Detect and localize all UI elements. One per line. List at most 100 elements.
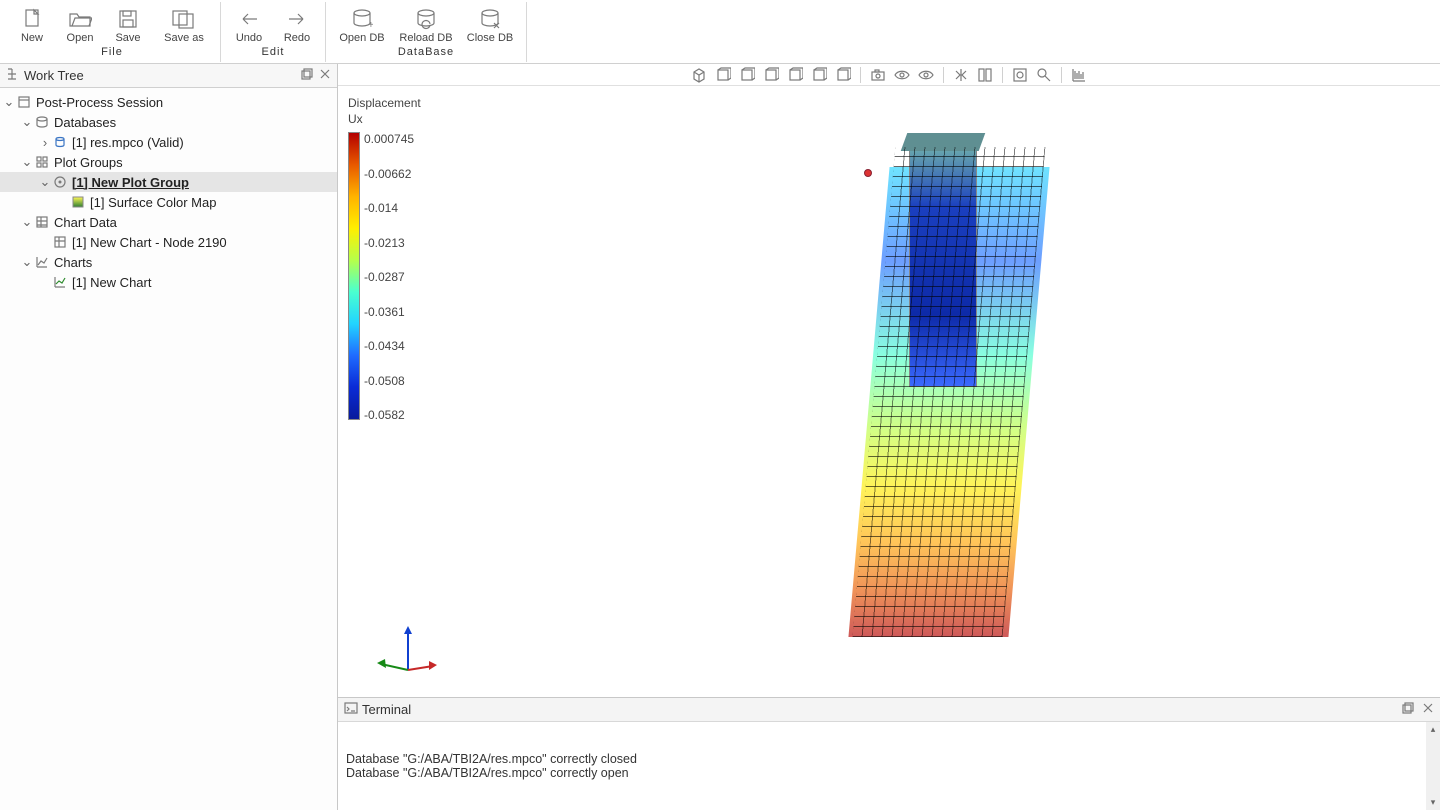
toolbar-separator bbox=[1061, 67, 1062, 83]
terminal-body[interactable]: Database "G:/ABA/TBI2A/res.mpco" correct… bbox=[338, 722, 1440, 810]
plotgroups-icon bbox=[34, 154, 50, 170]
colorbar-gradient bbox=[348, 132, 360, 420]
viewport-3d[interactable]: Displacement Ux 0.000745-0.00662-0.014-0… bbox=[338, 86, 1440, 697]
tree-chart-item[interactable]: [1] New Chart bbox=[0, 272, 337, 292]
terminal-scrollbar[interactable]: ▴ ▾ bbox=[1426, 722, 1440, 810]
eye-open-icon[interactable] bbox=[892, 66, 912, 84]
colorbar-tick: -0.0582 bbox=[364, 408, 414, 422]
grid-icon[interactable] bbox=[1069, 66, 1089, 84]
panel-restore-icon[interactable] bbox=[301, 68, 313, 83]
work-tree-header: Work Tree bbox=[0, 64, 337, 88]
panel-close-icon[interactable] bbox=[319, 68, 331, 83]
panel-restore-icon[interactable] bbox=[1402, 702, 1414, 717]
chevron-down-icon[interactable]: ⌄ bbox=[2, 94, 16, 110]
redo-button[interactable]: Redo bbox=[275, 2, 319, 44]
view-back-icon[interactable] bbox=[737, 66, 757, 84]
tree-label: [1] New Plot Group bbox=[72, 175, 189, 190]
scroll-down-icon[interactable]: ▾ bbox=[1431, 797, 1436, 808]
chevron-down-icon[interactable]: ⌄ bbox=[20, 114, 34, 130]
tree-plot-groups[interactable]: ⌄ Plot Groups bbox=[0, 152, 337, 172]
folder-open-icon bbox=[67, 8, 93, 30]
table-icon bbox=[34, 214, 50, 230]
split-icon[interactable] bbox=[975, 66, 995, 84]
colorbar-ticks: 0.000745-0.00662-0.014-0.0213-0.0287-0.0… bbox=[364, 132, 414, 422]
colorbar-tick: -0.0361 bbox=[364, 305, 414, 319]
colorbar-tick: -0.0213 bbox=[364, 236, 414, 250]
tree-root[interactable]: ⌄ Post-Process Session bbox=[0, 92, 337, 112]
scroll-up-icon[interactable]: ▴ bbox=[1431, 724, 1436, 735]
tree-databases[interactable]: ⌄ Databases bbox=[0, 112, 337, 132]
ribbon-group-file: New Open Save Save as File bbox=[4, 2, 221, 62]
undo-icon bbox=[236, 8, 262, 30]
mirror-icon[interactable] bbox=[951, 66, 971, 84]
redo-icon bbox=[284, 8, 310, 30]
ribbon-btn-label: Save as bbox=[164, 32, 204, 44]
terminal-title: Terminal bbox=[362, 702, 411, 717]
view-right-icon[interactable] bbox=[785, 66, 805, 84]
open-db-button[interactable]: + Open DB bbox=[332, 2, 392, 44]
tree-charts[interactable]: ⌄ Charts bbox=[0, 252, 337, 272]
ribbon-btn-label: Open bbox=[67, 32, 94, 44]
zoom-fit-icon[interactable] bbox=[1010, 66, 1030, 84]
view-iso-icon[interactable] bbox=[689, 66, 709, 84]
session-icon bbox=[16, 94, 32, 110]
ribbon-btn-label: Reload DB bbox=[399, 32, 452, 44]
terminal-panel: Terminal Database "G:/ABA/TBI2A/res.mpco… bbox=[338, 697, 1440, 810]
db-reload-icon bbox=[413, 8, 439, 30]
chevron-down-icon[interactable]: ⌄ bbox=[20, 214, 34, 230]
terminal-line: Database "G:/ABA/TBI2A/res.mpco" correct… bbox=[346, 752, 1432, 766]
node-marker bbox=[864, 169, 872, 177]
tree-label: Plot Groups bbox=[54, 155, 123, 170]
reload-db-button[interactable]: Reload DB bbox=[396, 2, 456, 44]
save-button[interactable]: Save bbox=[106, 2, 150, 44]
ribbon-btn-label: Undo bbox=[236, 32, 262, 44]
zoom-icon[interactable] bbox=[1034, 66, 1054, 84]
view-toolbar bbox=[338, 64, 1440, 86]
close-db-button[interactable]: Close DB bbox=[460, 2, 520, 44]
tree-label: Chart Data bbox=[54, 215, 117, 230]
tree-chart-data-item[interactable]: [1] New Chart - Node 2190 bbox=[0, 232, 337, 252]
view-front-icon[interactable] bbox=[713, 66, 733, 84]
chevron-down-icon[interactable]: ⌄ bbox=[20, 254, 34, 270]
tree-label: Charts bbox=[54, 255, 92, 270]
ribbon-group-label: Edit bbox=[262, 46, 285, 58]
new-button[interactable]: New bbox=[10, 2, 54, 44]
chevron-right-icon[interactable]: › bbox=[38, 135, 52, 150]
save-as-icon bbox=[171, 8, 197, 30]
colorbar-tick: 0.000745 bbox=[364, 132, 414, 146]
ribbon-btn-label: Save bbox=[115, 32, 140, 44]
db-group-icon bbox=[34, 114, 50, 130]
ribbon-btn-label: Close DB bbox=[467, 32, 513, 44]
colorbar-tick: -0.00662 bbox=[364, 167, 414, 181]
tree-label: Databases bbox=[54, 115, 116, 130]
colorbar-tick: -0.014 bbox=[364, 201, 414, 215]
eye-dash-icon[interactable] bbox=[916, 66, 936, 84]
colorbar-title1: Displacement bbox=[348, 96, 421, 110]
table-item-icon bbox=[52, 234, 68, 250]
toolbar-separator bbox=[943, 67, 944, 83]
save-as-button[interactable]: Save as bbox=[154, 2, 214, 44]
open-button[interactable]: Open bbox=[58, 2, 102, 44]
view-left-icon[interactable] bbox=[761, 66, 781, 84]
chart-icon bbox=[34, 254, 50, 270]
work-tree-body: ⌄ Post-Process Session ⌄ Databases › [1]… bbox=[0, 88, 337, 810]
chevron-down-icon[interactable]: ⌄ bbox=[38, 174, 52, 190]
db-open-icon: + bbox=[349, 8, 375, 30]
work-tree-panel: Work Tree ⌄ Post-Process Session ⌄ Datab… bbox=[0, 64, 338, 810]
view-top-icon[interactable] bbox=[809, 66, 829, 84]
colorbar-tick: -0.0434 bbox=[364, 339, 414, 353]
toolbar-separator bbox=[860, 67, 861, 83]
chevron-down-icon[interactable]: ⌄ bbox=[20, 154, 34, 170]
tree-chart-data[interactable]: ⌄ Chart Data bbox=[0, 212, 337, 232]
tree-database-item[interactable]: › [1] res.mpco (Valid) bbox=[0, 132, 337, 152]
view-bottom-icon[interactable] bbox=[833, 66, 853, 84]
colorbar-tick: -0.0508 bbox=[364, 374, 414, 388]
chart-item-icon bbox=[52, 274, 68, 290]
ribbon-btn-label: New bbox=[21, 32, 43, 44]
tree-plot-group-item[interactable]: ⌄ [1] New Plot Group bbox=[0, 172, 337, 192]
undo-button[interactable]: Undo bbox=[227, 2, 271, 44]
camera-icon[interactable] bbox=[868, 66, 888, 84]
tree-surface-colormap[interactable]: [1] Surface Color Map bbox=[0, 192, 337, 212]
tree-label: [1] Surface Color Map bbox=[90, 195, 216, 210]
panel-close-icon[interactable] bbox=[1422, 702, 1434, 717]
